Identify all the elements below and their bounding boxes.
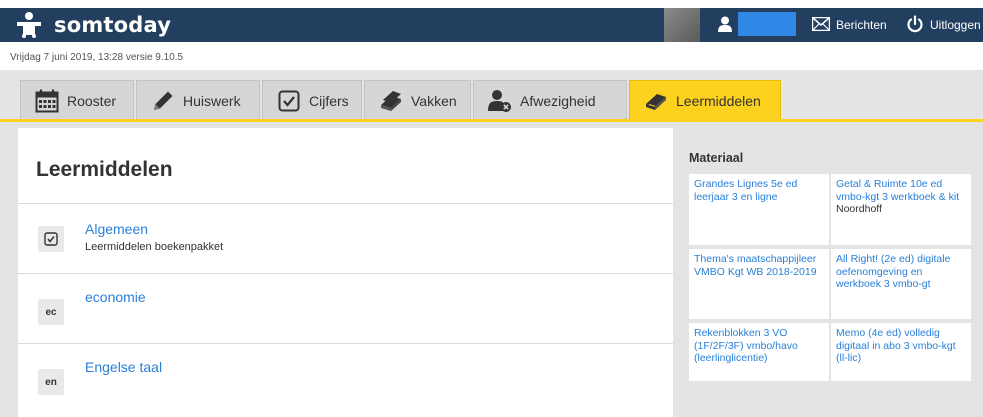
tab-label: Leermiddelen [676, 92, 761, 109]
book-icon [644, 89, 668, 113]
user-absence-icon [488, 89, 512, 113]
user-name[interactable] [738, 12, 796, 36]
material-link[interactable]: Memo (4e ed) volledig digitaal in abo 3 … [836, 327, 966, 365]
tab-vakken[interactable]: Vakken [364, 80, 471, 120]
course-row-algemeen[interactable]: Algemeen Leermiddelen boekenpakket [18, 203, 673, 273]
tab-huiswerk[interactable]: Huiswerk [136, 80, 260, 120]
logout-label: Uitloggen [930, 18, 981, 32]
material-card[interactable]: Grandes Lignes 5e ed leerjaar 3 en ligne [689, 174, 829, 245]
course-name[interactable]: Algemeen [85, 221, 148, 237]
tab-afwezigheid[interactable]: Afwezigheid [473, 80, 627, 120]
material-publisher: Noordhoff [836, 203, 882, 216]
course-name[interactable]: economie [85, 289, 146, 305]
logout-link[interactable]: Uitloggen [906, 8, 981, 42]
somtoday-logo-icon [14, 11, 44, 39]
tab-label: Rooster [67, 92, 117, 109]
material-link[interactable]: Thema's maatschappijleer VMBO Kgt WB 201… [694, 253, 824, 278]
tab-label: Vakken [411, 92, 457, 109]
user-icon [718, 16, 732, 32]
material-link[interactable]: Grandes Lignes 5e ed leerjaar 3 en ligne [694, 178, 824, 203]
course-name[interactable]: Engelse taal [85, 359, 162, 375]
material-card[interactable]: Thema's maatschappijleer VMBO Kgt WB 201… [689, 249, 829, 319]
tab-leermiddelen[interactable]: Leermiddelen [629, 80, 781, 120]
material-link[interactable]: Rekenblokken 3 VO (1F/2F/3F) vmbo/havo (… [694, 327, 824, 365]
course-badge: ec [38, 299, 64, 325]
leermiddelen-panel: Leermiddelen Algemeen Leermiddelen boeke… [18, 128, 673, 417]
envelope-icon [811, 16, 831, 34]
material-card[interactable]: Rekenblokken 3 VO (1F/2F/3F) vmbo/havo (… [689, 323, 829, 381]
user-avatar[interactable] [664, 8, 700, 42]
material-link[interactable]: Getal & Ruimte 10e ed vmbo-kgt 3 werkboe… [836, 178, 966, 203]
course-row-engelse-taal[interactable]: en Engelse taal [18, 343, 673, 413]
materials-title: Materiaal [689, 151, 744, 165]
checkbox-icon [38, 226, 64, 252]
books-icon [379, 89, 403, 113]
tab-cijfers[interactable]: Cijfers [262, 80, 362, 120]
somtoday-logo[interactable]: somtoday [14, 8, 171, 42]
top-header-bar: somtoday Berichten Uitloggen [0, 8, 983, 42]
messages-label: Berichten [836, 18, 887, 32]
checkbox-icon [277, 89, 301, 113]
messages-link[interactable]: Berichten [811, 8, 887, 42]
power-icon [906, 14, 924, 36]
tab-label: Cijfers [309, 92, 349, 109]
course-row-economie[interactable]: ec economie [18, 273, 673, 343]
tab-label: Huiswerk [183, 92, 241, 109]
course-subtitle: Leermiddelen boekenpakket [85, 241, 224, 253]
logo-text: somtoday [54, 13, 172, 37]
course-badge: en [38, 369, 64, 395]
page-title: Leermiddelen [36, 158, 173, 181]
tab-label: Afwezigheid [520, 92, 596, 109]
tab-rooster[interactable]: Rooster [20, 80, 134, 120]
material-card[interactable]: Getal & Ruimte 10e ed vmbo-kgt 3 werkboe… [831, 174, 971, 245]
pencil-icon [151, 89, 175, 113]
calendar-icon [35, 89, 59, 113]
date-version-status: Vrijdag 7 juni 2019, 13:28 versie 9.10.5 [10, 52, 184, 63]
material-card[interactable]: All Right! (2e ed) digitale oefenomgevin… [831, 249, 971, 319]
material-link[interactable]: All Right! (2e ed) digitale oefenomgevin… [836, 253, 966, 291]
material-card[interactable]: Memo (4e ed) volledig digitaal in abo 3 … [831, 323, 971, 381]
